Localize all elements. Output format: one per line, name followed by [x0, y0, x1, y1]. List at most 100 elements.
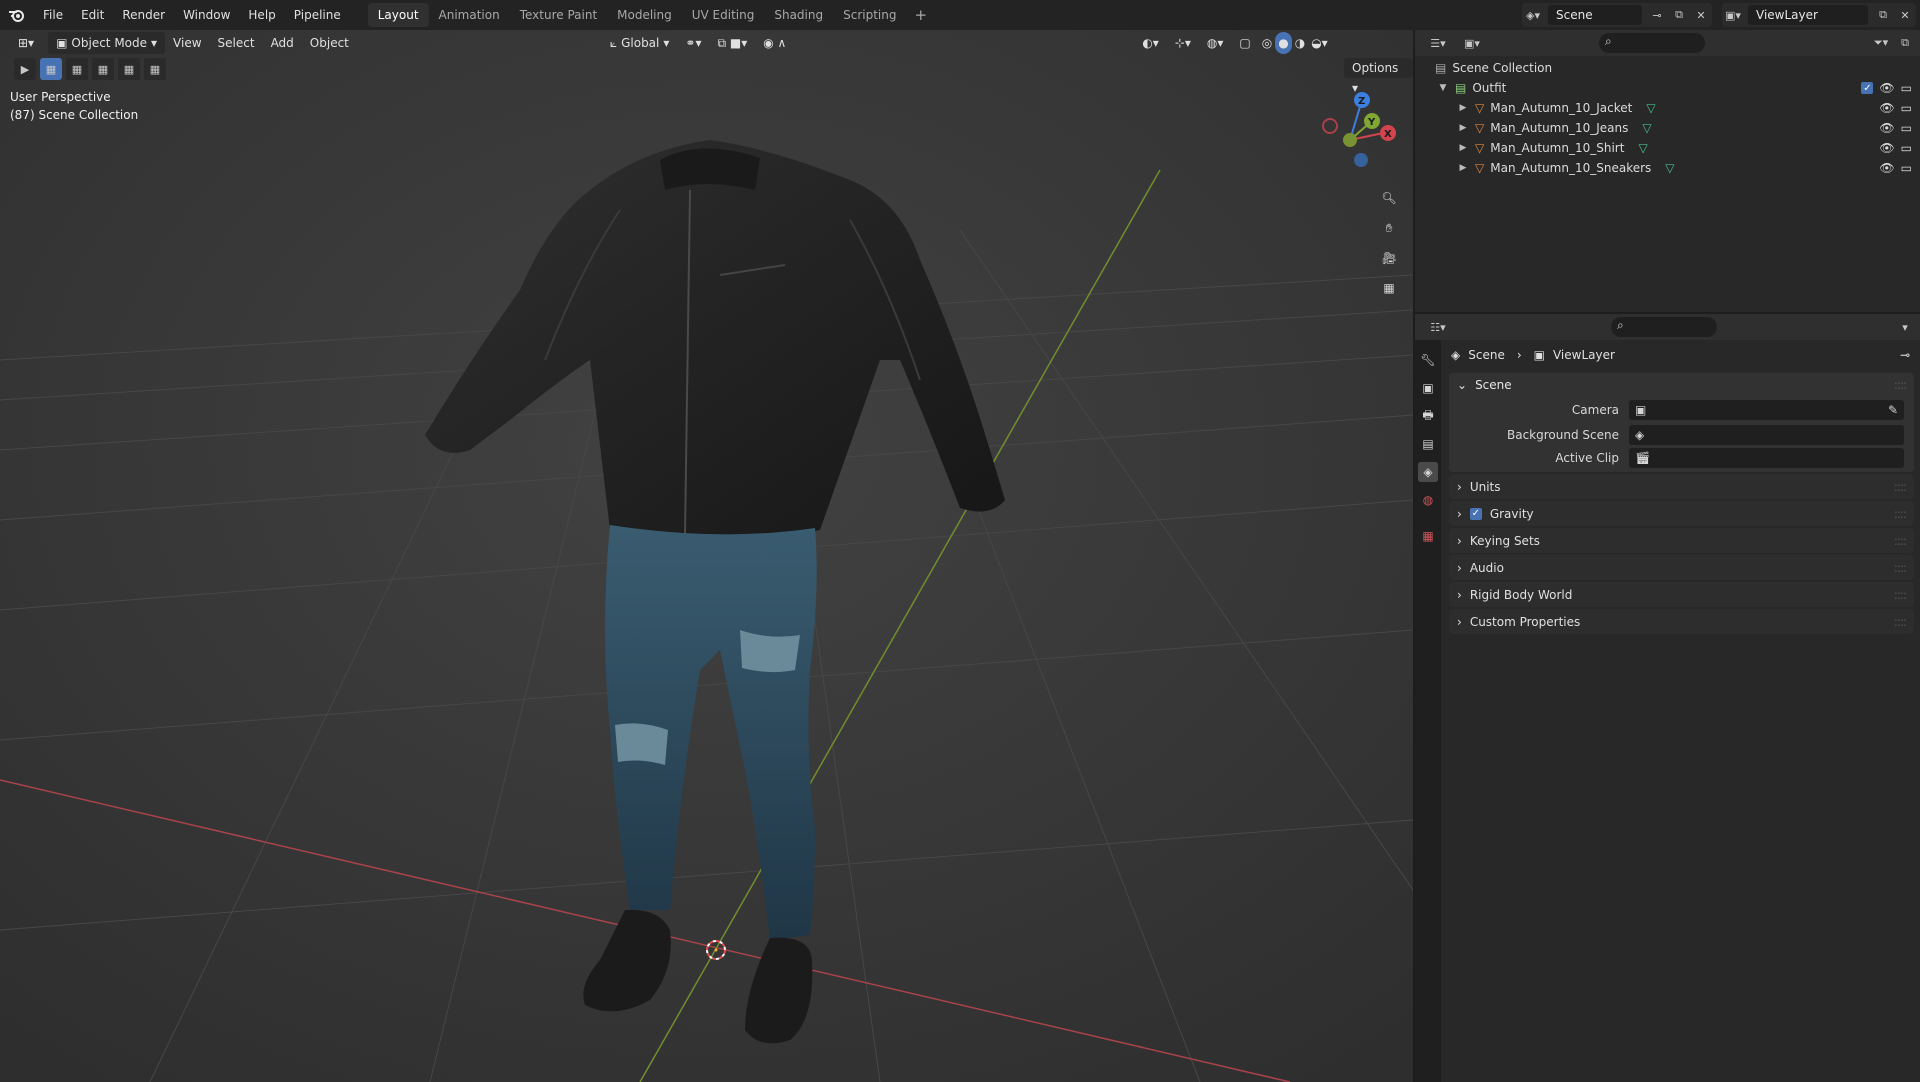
drag-handle-icon[interactable]: ::::	[1894, 534, 1907, 548]
exclude-checkbox[interactable]: ✓	[1861, 82, 1874, 94]
menu-window[interactable]: Window	[174, 0, 239, 30]
chevron-down-icon[interactable]: ▾	[1894, 316, 1916, 338]
properties-search-input[interactable]: ⌕	[1611, 317, 1717, 337]
eye-icon[interactable]: 👁︎	[1879, 161, 1894, 175]
scene-tab-icon[interactable]: ◈	[1418, 462, 1438, 482]
tab-uv-editing[interactable]: UV Editing	[682, 3, 765, 27]
expand-right-icon[interactable]: ▶	[1457, 163, 1469, 173]
gizmo-toggle-button[interactable]: ⊹▾	[1167, 32, 1199, 54]
mesh-data-icon[interactable]: ▽	[1642, 121, 1651, 135]
menu-render[interactable]: Render	[113, 0, 174, 30]
tab-shading[interactable]: Shading	[764, 3, 833, 27]
drag-handle-icon[interactable]: ::::	[1894, 480, 1907, 494]
tab-modeling[interactable]: Modeling	[607, 3, 682, 27]
monitor-icon[interactable]: ▭	[1901, 81, 1912, 95]
eye-icon[interactable]: 👁︎	[1879, 121, 1894, 135]
gravity-panel[interactable]: › ✓ Gravity ::::	[1449, 501, 1914, 526]
new-view-layer-icon[interactable]: ⧉	[1872, 4, 1894, 26]
pin-icon[interactable]: ⊸	[1646, 4, 1668, 26]
overlay-toggle-button[interactable]: ◍▾	[1199, 32, 1232, 54]
view-layer-name-field[interactable]: ViewLayer	[1748, 5, 1868, 25]
pan-hand-icon[interactable]: ✋︎	[1375, 214, 1403, 242]
drag-handle-icon[interactable]: ::::	[1894, 561, 1907, 575]
select-intersect-icon[interactable]: ▦	[144, 58, 166, 80]
tab-animation[interactable]: Animation	[429, 3, 510, 27]
mesh-data-icon[interactable]: ▽	[1665, 161, 1674, 175]
outliner-row-shirt[interactable]: ▶ ▽ Man_Autumn_10_Shirt ▽ 👁︎ ▭	[1415, 138, 1920, 158]
tab-texture-paint[interactable]: Texture Paint	[510, 3, 607, 27]
pin-icon[interactable]: ⊸	[1900, 348, 1910, 362]
3d-viewport[interactable]: Z X Y ⊞▾ ▣ Object Mode ▾ View Select Add…	[0, 30, 1413, 1082]
outliner-search-input[interactable]: ⌕	[1599, 33, 1705, 53]
outliner-editor-icon[interactable]: ☰▾	[1423, 32, 1453, 54]
drag-handle-icon[interactable]: ::::	[1894, 507, 1907, 521]
menu-add[interactable]: Add	[263, 32, 302, 54]
select-subtract-icon[interactable]: ▦	[92, 58, 114, 80]
gravity-checkbox[interactable]: ✓	[1469, 507, 1482, 520]
menu-pipeline[interactable]: Pipeline	[285, 0, 350, 30]
custom-properties-panel[interactable]: › Custom Properties ::::	[1449, 609, 1914, 634]
add-workspace-button[interactable]: +	[906, 6, 935, 24]
delete-view-layer-icon[interactable]: ✕	[1894, 4, 1916, 26]
menu-edit[interactable]: Edit	[72, 0, 113, 30]
select-new-icon[interactable]: ▦	[40, 58, 62, 80]
mesh-data-icon[interactable]: ▽	[1638, 141, 1647, 155]
editor-type-button[interactable]: ⊞▾	[10, 32, 42, 54]
display-mode-icon[interactable]: ▣▾	[1457, 32, 1487, 54]
scene-panel-header[interactable]: ⌄ Scene ::::	[1449, 373, 1914, 397]
monitor-icon[interactable]: ▭	[1901, 121, 1912, 135]
delete-scene-icon[interactable]: ✕	[1690, 4, 1712, 26]
outliner-row-jeans[interactable]: ▶ ▽ Man_Autumn_10_Jeans ▽ 👁︎ ▭	[1415, 118, 1920, 138]
new-collection-icon[interactable]: ⧉	[1894, 32, 1916, 54]
drag-handle-icon[interactable]: ::::	[1894, 378, 1907, 392]
monitor-icon[interactable]: ▭	[1901, 101, 1912, 115]
shading-solid-icon[interactable]: ●	[1275, 32, 1292, 54]
eye-icon[interactable]: 👁︎	[1879, 81, 1894, 95]
camera-view-icon[interactable]: 🎥︎	[1375, 244, 1403, 272]
view-layer-selector[interactable]: ▣▾ ViewLayer ⧉ ✕	[1722, 3, 1916, 27]
transform-orientation-dropdown[interactable]: ⟀ Global ▾	[602, 32, 678, 54]
background-scene-field[interactable]: ◈	[1629, 424, 1904, 445]
shading-material-icon[interactable]: ◑	[1292, 32, 1308, 54]
view-layer-icon[interactable]: ▣▾	[1722, 4, 1744, 26]
select-extend-icon[interactable]: ▦	[66, 58, 88, 80]
camera-field[interactable]: ▣ ✎	[1629, 399, 1904, 420]
drag-handle-icon[interactable]: ::::	[1894, 588, 1907, 602]
audio-panel[interactable]: › Audio ::::	[1449, 555, 1914, 580]
render-tab-icon[interactable]: ▣	[1418, 378, 1438, 398]
scene-selector[interactable]: ◈▾ Scene ⊸ ⧉ ✕	[1522, 3, 1712, 27]
tab-scripting[interactable]: Scripting	[833, 3, 906, 27]
texture-tab-icon[interactable]: ▦	[1418, 526, 1438, 546]
monitor-icon[interactable]: ▭	[1901, 141, 1912, 155]
filter-icon[interactable]: ⏷▾	[1870, 32, 1892, 54]
monitor-icon[interactable]: ▭	[1901, 161, 1912, 175]
expand-right-icon[interactable]: ▶	[1457, 103, 1469, 113]
active-clip-field[interactable]: 🎬︎	[1629, 447, 1904, 468]
outliner-row-sneakers[interactable]: ▶ ▽ Man_Autumn_10_Sneakers ▽ 👁︎ ▭	[1415, 158, 1920, 178]
eye-icon[interactable]: 👁︎	[1879, 101, 1894, 115]
view-layer-tab-icon[interactable]: ▤	[1418, 434, 1438, 454]
expand-down-icon[interactable]: ▼	[1437, 83, 1449, 93]
properties-editor-icon[interactable]: ☷▾	[1423, 316, 1453, 338]
new-scene-icon[interactable]: ⧉	[1668, 4, 1690, 26]
outliner-row-jacket[interactable]: ▶ ▽ Man_Autumn_10_Jacket ▽ 👁︎ ▭	[1415, 98, 1920, 118]
menu-select[interactable]: Select	[210, 32, 263, 54]
snap-button[interactable]: ⧉ ■▾	[709, 32, 755, 54]
tab-layout[interactable]: Layout	[367, 3, 429, 27]
expand-right-icon[interactable]: ▶	[1457, 123, 1469, 133]
select-invert-icon[interactable]: ▦	[118, 58, 140, 80]
outliner-row-outfit[interactable]: ▼ ▤ Outfit ✓ 👁︎ ▭	[1415, 78, 1920, 98]
expand-right-icon[interactable]: ▶	[1457, 143, 1469, 153]
xray-toggle-button[interactable]: ▢	[1231, 32, 1258, 54]
drag-handle-icon[interactable]: ::::	[1894, 615, 1907, 629]
scene-icon[interactable]: ◈▾	[1522, 4, 1544, 26]
mesh-data-icon[interactable]: ▽	[1646, 101, 1655, 115]
blender-logo-icon[interactable]	[0, 0, 34, 30]
scene-name-field[interactable]: Scene	[1548, 5, 1642, 25]
eyedropper-icon[interactable]: ✎	[1888, 403, 1898, 417]
menu-view[interactable]: View	[165, 32, 209, 54]
perspective-grid-icon[interactable]: ▦	[1375, 274, 1403, 302]
keying-sets-panel[interactable]: › Keying Sets ::::	[1449, 528, 1914, 553]
menu-object[interactable]: Object	[302, 32, 357, 54]
tool-icon[interactable]: ▶	[14, 58, 36, 80]
